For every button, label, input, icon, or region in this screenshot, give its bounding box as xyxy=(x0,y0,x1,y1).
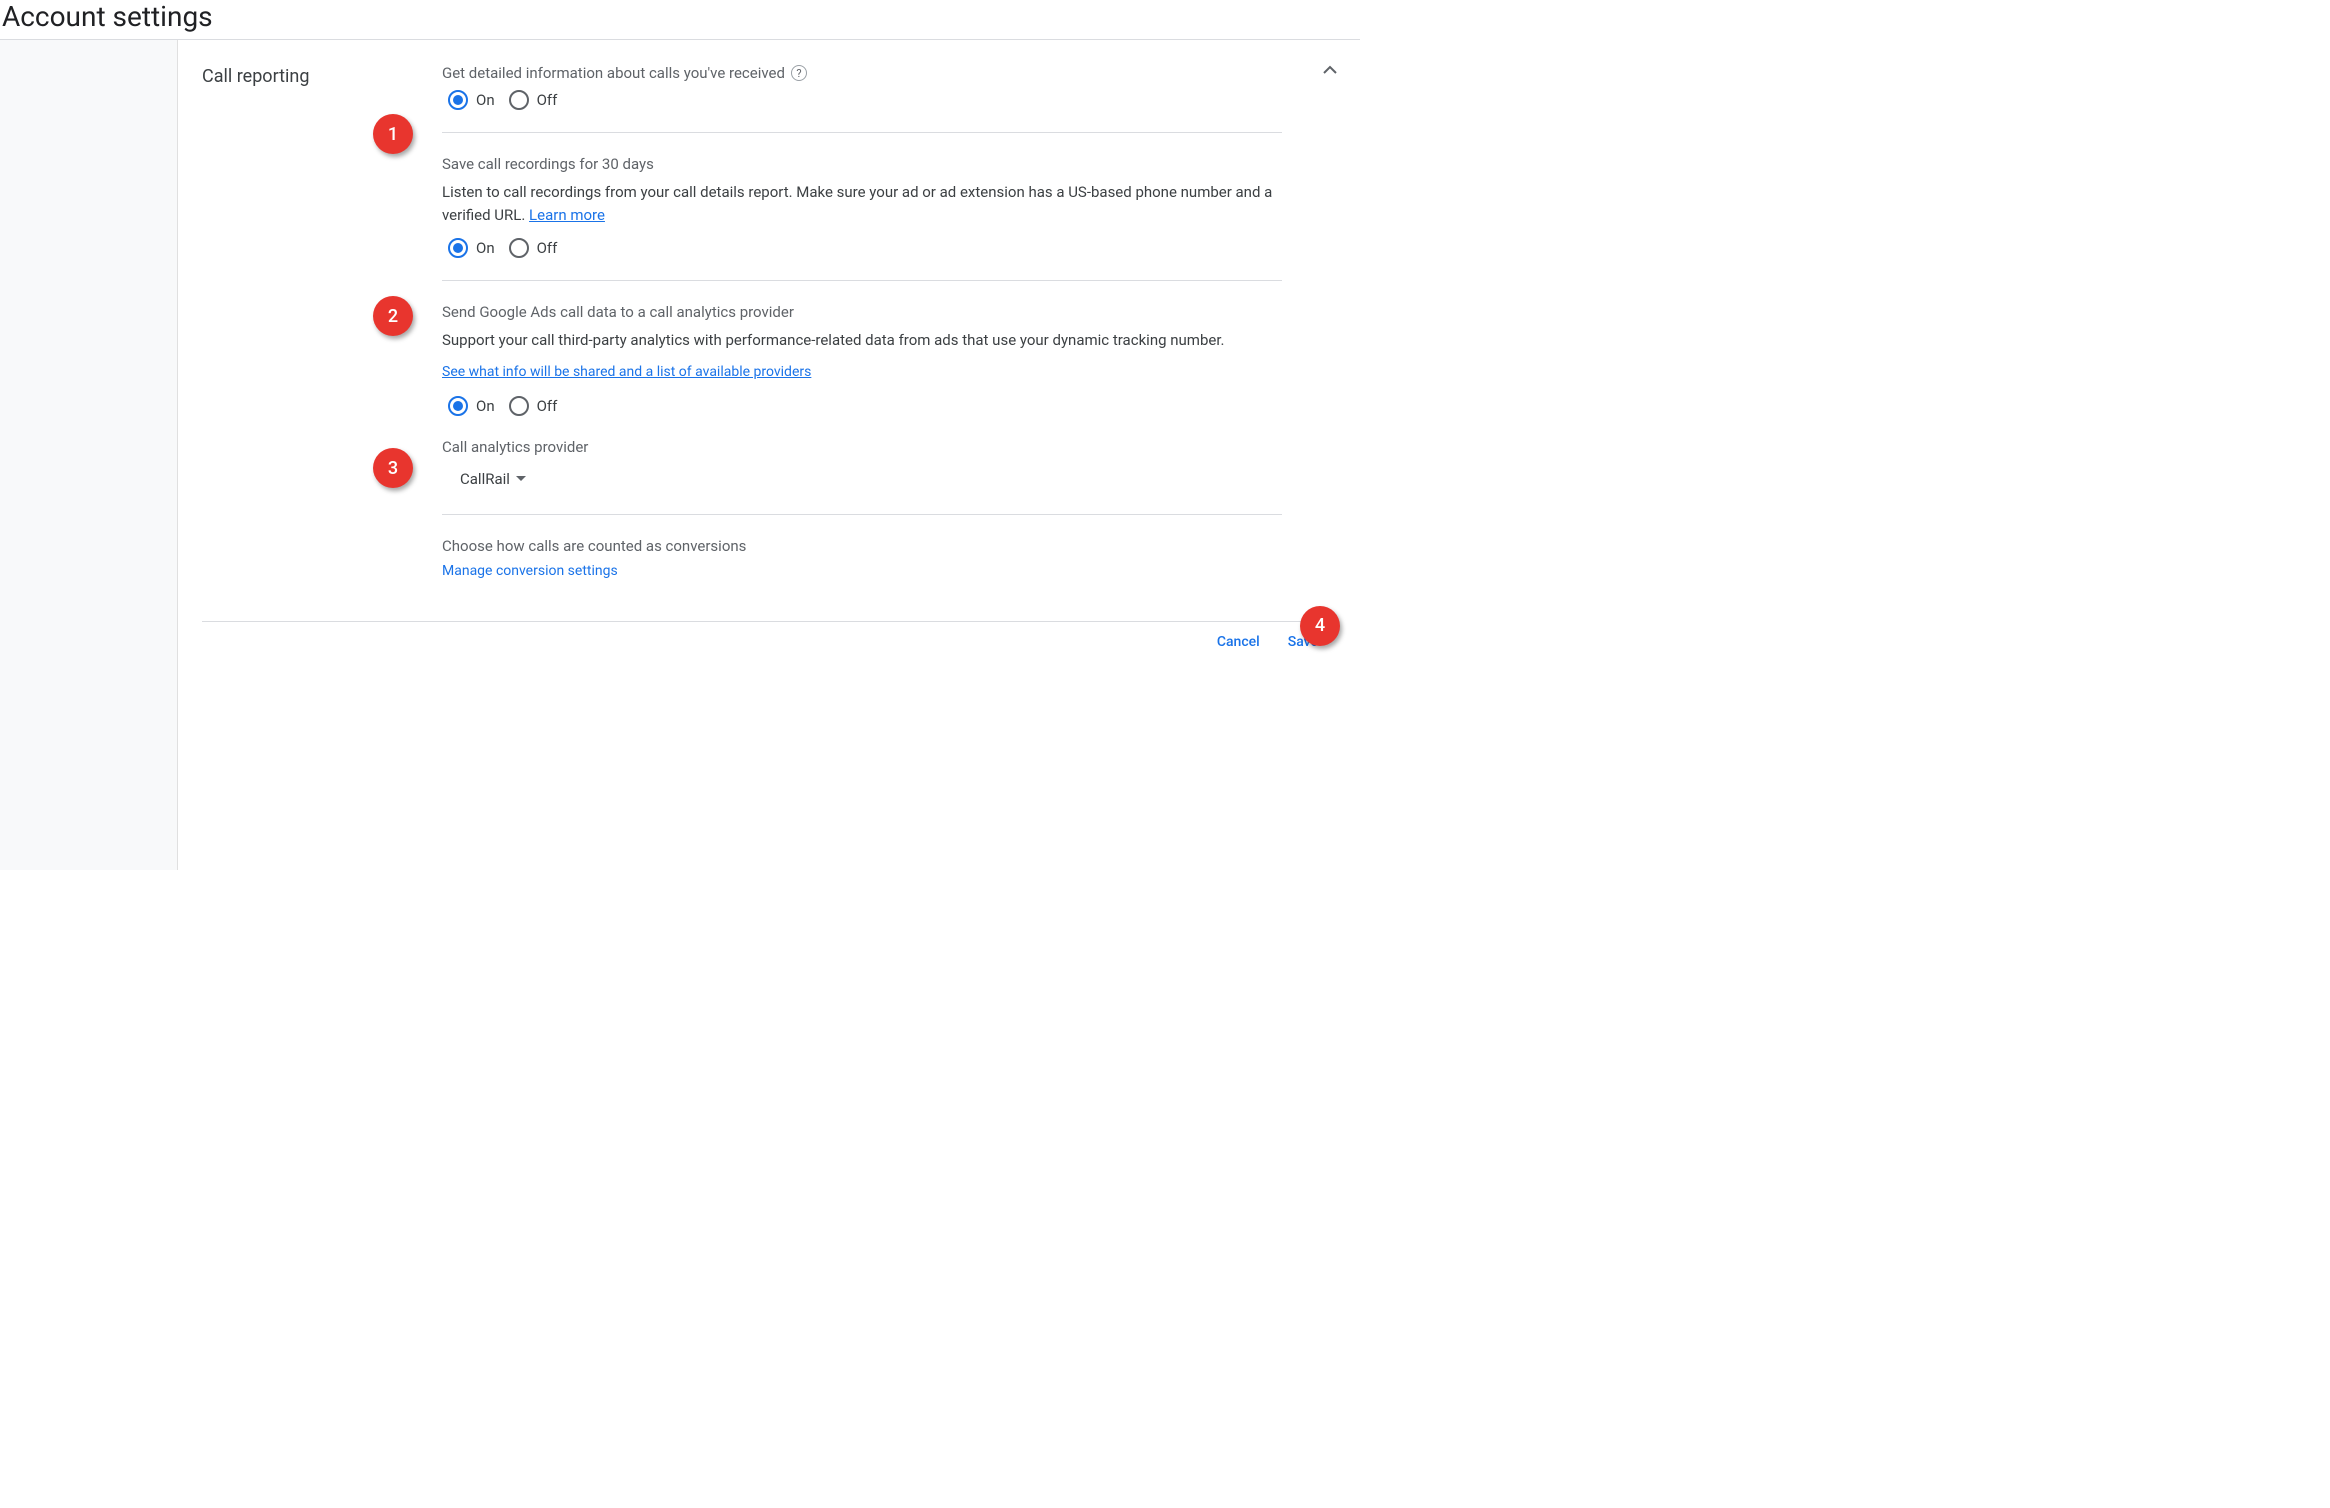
radio-analytics-on[interactable]: On xyxy=(448,396,495,416)
radio-recordings-off[interactable]: Off xyxy=(509,238,558,258)
radio-label: On xyxy=(476,91,495,109)
radio-detailed-off[interactable]: Off xyxy=(509,90,558,110)
radio-label: On xyxy=(476,397,495,415)
dropdown-value: CallRail xyxy=(460,470,510,488)
callout-badge-1: 1 xyxy=(373,114,413,154)
setting-analytics: Send Google Ads call data to a call anal… xyxy=(442,303,1282,515)
cancel-button[interactable]: Cancel xyxy=(1217,634,1260,650)
setting-desc: Support your call third-party analytics … xyxy=(442,329,1282,352)
collapse-icon[interactable] xyxy=(1318,58,1342,86)
radio-label: Off xyxy=(537,397,558,415)
radio-icon xyxy=(509,90,529,110)
radio-label: On xyxy=(476,239,495,257)
radio-label: Off xyxy=(537,91,558,109)
radio-detailed-on[interactable]: On xyxy=(448,90,495,110)
setting-detailed-info: Get detailed information about calls you… xyxy=(442,64,1282,133)
caret-down-icon xyxy=(516,476,526,481)
radio-analytics-off[interactable]: Off xyxy=(509,396,558,416)
radio-recordings-on[interactable]: On xyxy=(448,238,495,258)
provider-label: Call analytics provider xyxy=(442,438,1282,456)
callout-badge-3: 3 xyxy=(373,448,413,488)
manage-conversion-link[interactable]: Manage conversion settings xyxy=(442,563,618,579)
setting-desc: Listen to call recordings from your call… xyxy=(442,181,1282,226)
setting-conversions: Choose how calls are counted as conversi… xyxy=(442,537,1282,601)
provider-dropdown[interactable]: CallRail xyxy=(442,466,526,492)
page-title: Account settings xyxy=(0,0,1360,39)
setting-title-text: Send Google Ads call data to a call anal… xyxy=(442,303,794,321)
left-rail xyxy=(0,40,178,870)
radio-icon xyxy=(448,396,468,416)
help-icon[interactable]: ? xyxy=(791,65,807,81)
providers-info-link[interactable]: See what info will be shared and a list … xyxy=(442,364,811,380)
radio-icon xyxy=(509,238,529,258)
learn-more-link[interactable]: Learn more xyxy=(529,206,605,224)
callout-badge-4: 4 xyxy=(1300,606,1340,646)
callout-badge-2: 2 xyxy=(373,296,413,336)
setting-title-text: Choose how calls are counted as conversi… xyxy=(442,537,746,555)
radio-label: Off xyxy=(537,239,558,257)
setting-title-text: Save call recordings for 30 days xyxy=(442,155,654,173)
setting-title-text: Get detailed information about calls you… xyxy=(442,64,785,82)
content-area: 1 2 3 Call reporting Get detailed inform… xyxy=(178,40,1360,870)
setting-recordings: Save call recordings for 30 days Listen … xyxy=(442,155,1282,281)
footer-bar: 4 Cancel Save xyxy=(202,621,1336,662)
radio-icon xyxy=(448,90,468,110)
radio-icon xyxy=(448,238,468,258)
radio-icon xyxy=(509,396,529,416)
